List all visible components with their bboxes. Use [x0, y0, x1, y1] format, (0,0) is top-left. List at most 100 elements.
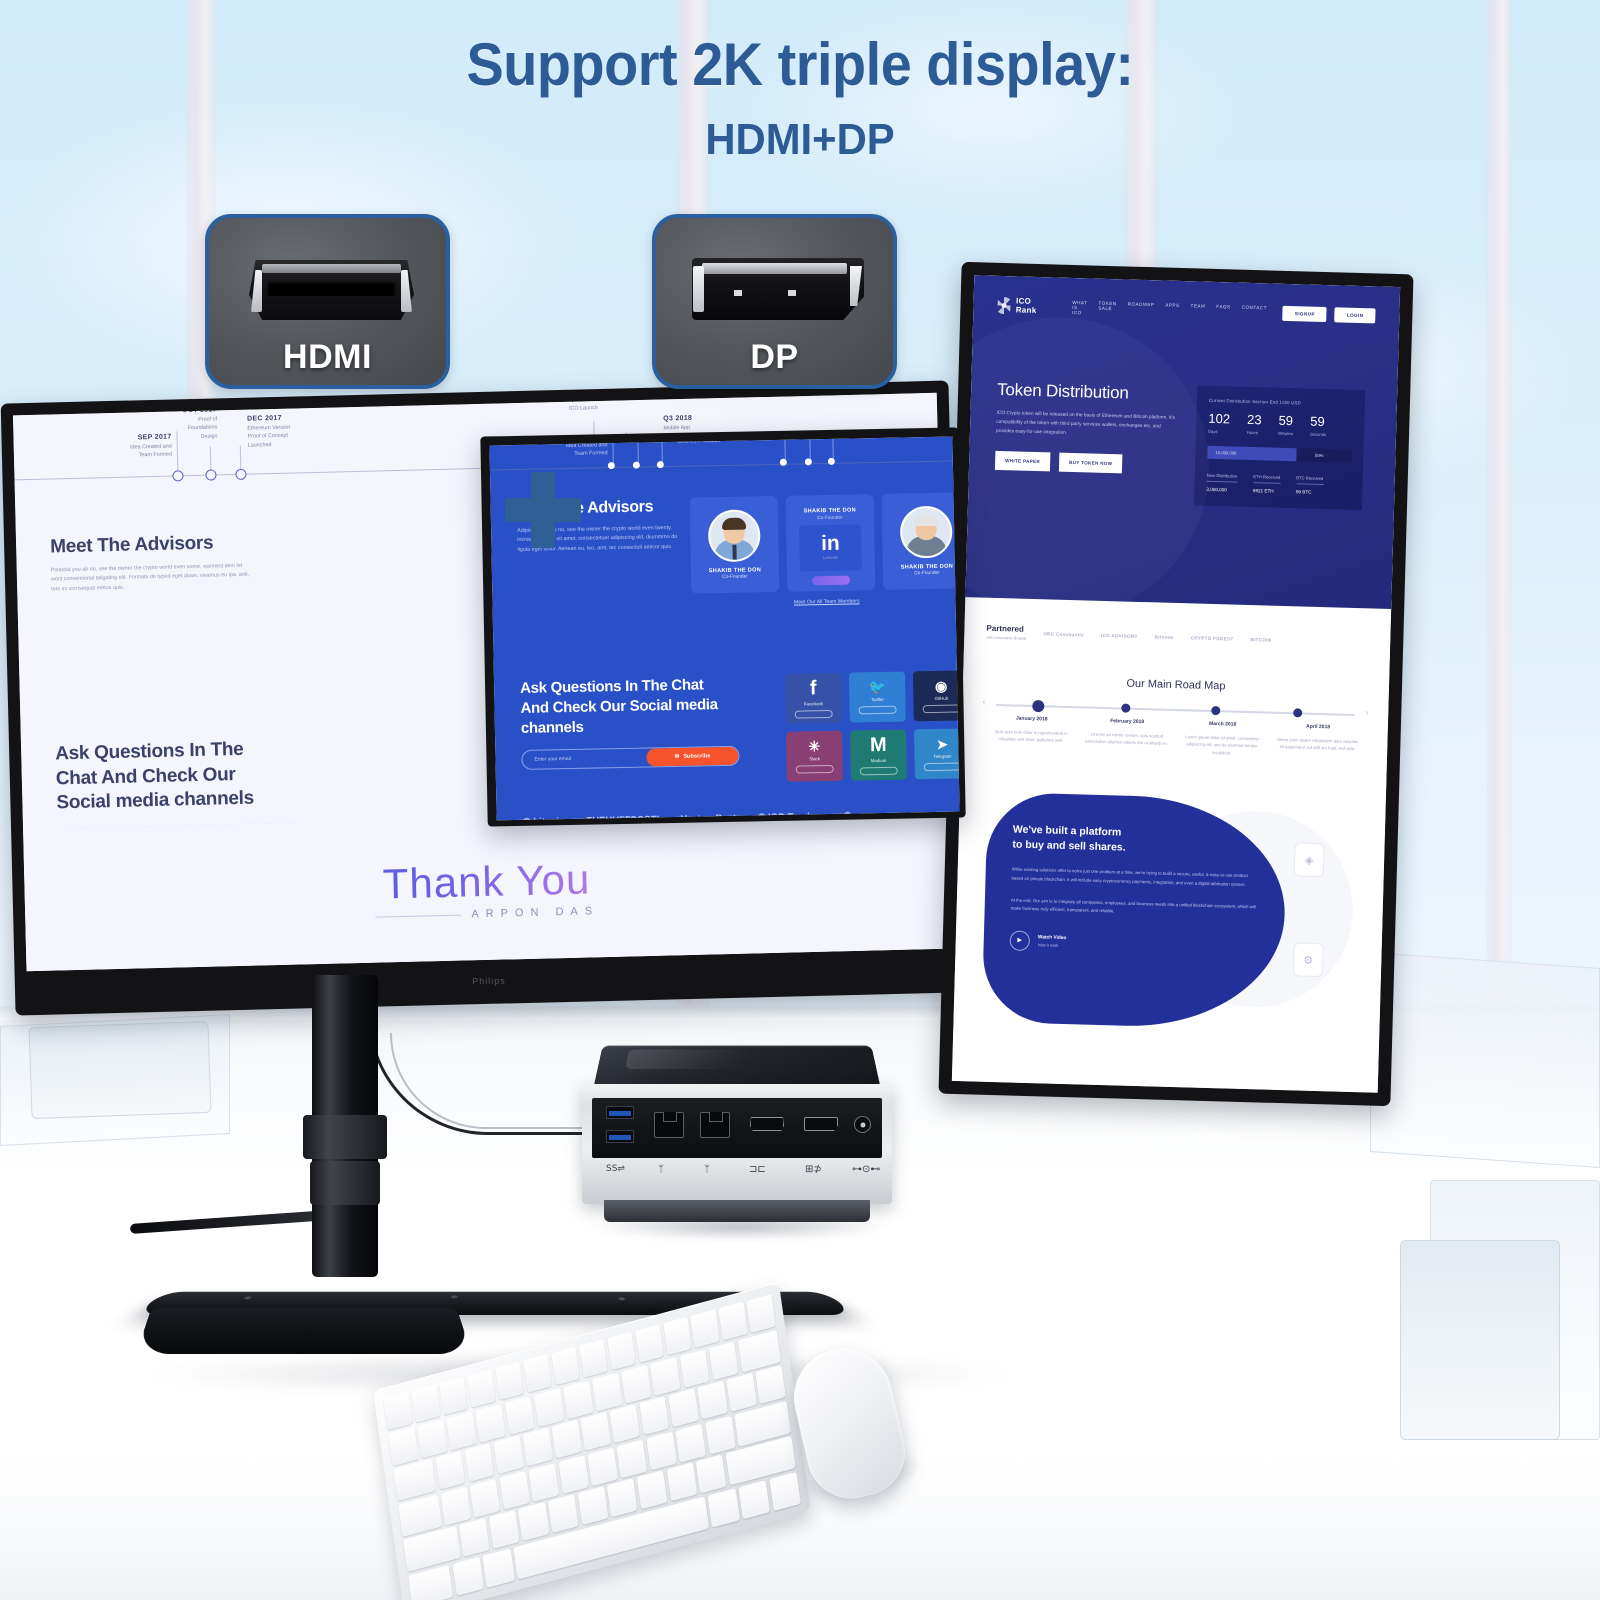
- social-card-twitter[interactable]: 🐦 Twitter: [848, 671, 906, 723]
- stat-item: Now Distribution 3,000,000: [1206, 472, 1238, 493]
- meet-all-team-link[interactable]: Meet Our All Team Members: [794, 598, 860, 605]
- mini-pc[interactable]: SS⇌ ᛘ ᛘ ⊐⊏ ⊞⊅ ⊶⊙⊷: [578, 1036, 896, 1252]
- stand-arm: [129, 1210, 331, 1234]
- nav-item[interactable]: WHAT IS ICO: [1072, 299, 1088, 314]
- hdmi-port-icon: [249, 260, 414, 320]
- right-monitor[interactable]: ICO Rank WHAT IS ICO TOKEN SALE ROADMAP …: [938, 261, 1414, 1107]
- nav-item[interactable]: TOKEN SALE: [1098, 300, 1117, 316]
- advisor-name: SHAKIB THE DON: [803, 507, 857, 515]
- dp-label: DP: [750, 338, 799, 376]
- hdmi-callout-card: HDMI: [205, 214, 450, 389]
- advisor-avatar: [899, 505, 953, 559]
- content-section: Partnered with Innovative Brands UBC Com…: [953, 597, 1391, 1039]
- dc-power-port[interactable]: [854, 1116, 871, 1133]
- lan-port[interactable]: [654, 1112, 684, 1138]
- roadmap-next-arrow[interactable]: ›: [1365, 707, 1368, 717]
- advisor-card[interactable]: SHAKIB THE DON Co-Founder: [881, 492, 960, 590]
- plus-icon: [505, 472, 581, 548]
- advisor-follow-button[interactable]: [812, 575, 851, 585]
- linkedin-icon[interactable]: in LinkedIn: [799, 523, 862, 572]
- stand-pole: [303, 975, 387, 1277]
- advisor-card-list: SHAKIB THE DON Co-Founder SHAKIB THE DON…: [689, 492, 960, 594]
- usb-port[interactable]: [606, 1130, 634, 1143]
- thank-you-title: Thank You: [382, 855, 591, 908]
- ico-rank-webpage: ICO Rank WHAT IS ICO TOKEN SALE ROADMAP …: [951, 275, 1401, 1093]
- countdown-title: Current Distribution Section End 1150 US…: [1208, 397, 1302, 406]
- site-logo-text: ICO Rank: [1015, 296, 1037, 315]
- buy-token-button[interactable]: BUY TOKEN NOW: [1058, 452, 1123, 473]
- social-card-telegram[interactable]: ➤ Telegram: [914, 728, 960, 780]
- partners-lead: Partnered with Innovative Brands: [986, 623, 1027, 641]
- displayport-port[interactable]: [804, 1117, 838, 1131]
- right-monitor-screen[interactable]: ICO Rank WHAT IS ICO TOKEN SALE ROADMAP …: [951, 275, 1401, 1093]
- timeline-milestone: OCT 2017 Proof of Foundations Design: [182, 406, 218, 440]
- telegram-icon: ➤: [936, 736, 948, 752]
- gem-icon: ◈: [1293, 842, 1325, 878]
- rear-io-panel: [592, 1098, 882, 1158]
- login-button[interactable]: LOGIN: [1334, 306, 1376, 323]
- platform-paragraph-2: At the end, Our aim is to integrate all …: [1010, 897, 1256, 914]
- signup-button[interactable]: SIGNUP: [1282, 305, 1328, 322]
- network-icon: ⚙: [1292, 942, 1324, 978]
- countdown-units: 102 Days 23 Hours 59 Minutes 59 Seconds: [1207, 410, 1353, 438]
- advisor-card-linkedin[interactable]: SHAKIB THE DON Co-Founder in LinkedIn: [785, 494, 876, 592]
- partner-logo: BITCOIN: [1250, 636, 1272, 643]
- countdown-unit: 102 Days: [1207, 410, 1231, 435]
- dc-power-icon: ⊶⊙⊷: [852, 1164, 881, 1175]
- lan-port[interactable]: [700, 1112, 730, 1138]
- mini-pc-base: [604, 1200, 870, 1222]
- roadmap-item: March 2018 Lorem ipsum dolor sit amet, c…: [1184, 720, 1260, 756]
- social-card-facebook[interactable]: f Facebook: [784, 672, 842, 724]
- facebook-icon: f: [809, 677, 817, 700]
- site-logo[interactable]: ICO Rank: [997, 296, 1046, 315]
- roadmap-prev-arrow[interactable]: ‹: [982, 697, 985, 707]
- social-title: Ask Questions In The Chat And Check Our …: [54, 738, 255, 814]
- auth-buttons: SIGNUP LOGIN: [1282, 305, 1376, 323]
- email-input[interactable]: Enter your email: [522, 755, 646, 763]
- thank-you-slide: Thank You ARPON DAS: [23, 806, 951, 972]
- partner-logo: CRYPTO FOREST: [1190, 634, 1234, 642]
- advisor-card[interactable]: SHAKIB THE DON Co-Founder: [689, 495, 780, 594]
- advisor-role: Co-Founder: [722, 574, 748, 581]
- nav-item[interactable]: TEAM: [1190, 303, 1206, 318]
- watch-label: Watch Video: [1037, 935, 1067, 941]
- stat-item: ETH Received 9921 ETH: [1252, 474, 1281, 494]
- social-card-slack[interactable]: ✳ Slack: [786, 730, 843, 782]
- social-section: Ask Questions In The Chat And Check Our …: [494, 670, 960, 798]
- platform-section: ⛉ ◈ ⌧ ⚙ ❋ ICO Platform By a Brand We've: [975, 791, 1363, 1039]
- stat-item: BTC Received 99 BTC: [1295, 475, 1324, 495]
- advisor-role: Co-Founder: [914, 571, 940, 577]
- social-card-medium[interactable]: M Medium: [850, 729, 907, 781]
- countdown-unit: 59 Seconds: [1309, 413, 1327, 438]
- nav-item[interactable]: ROADMAP: [1127, 301, 1155, 317]
- advisor-name: SHAKIB THE DON: [900, 563, 954, 571]
- mini-pc-chassis: SS⇌ ᛘ ᛘ ⊐⊏ ⊞⊅ ⊶⊙⊷: [582, 1084, 892, 1204]
- distribution-progress-bar: 10,000,000 50%: [1207, 445, 1352, 463]
- window-mullion: [1486, 0, 1512, 1120]
- lan-icon: ᛘ: [704, 1164, 710, 1175]
- progress-amount: 10,000,000: [1215, 450, 1237, 456]
- roadmap-title: Our Main Road Map: [1126, 677, 1226, 693]
- partners-row: Partnered with Innovative Brands UBC Com…: [986, 624, 1368, 651]
- white-paper-button[interactable]: WHITE PAPER: [994, 450, 1051, 471]
- hdmi-port[interactable]: [750, 1117, 784, 1131]
- platform-paragraph-1: While existing solutions offer to solve …: [1011, 866, 1248, 888]
- partner-logo: Bitnode: [1154, 633, 1174, 640]
- hero-paragraph: ICO Crypto token will be released on the…: [995, 410, 1175, 436]
- roadmap-item: January 2018 Quis aute eum dolor in repr…: [994, 715, 1068, 744]
- usb-port[interactable]: [606, 1106, 634, 1119]
- subscribe-button[interactable]: ✉ Subscribe: [646, 747, 739, 767]
- roadmap-line: ‹ ›: [982, 697, 1368, 718]
- github-icon: ◉: [934, 677, 948, 694]
- roadmap-items: January 2018 Quis aute eum dolor in repr…: [983, 715, 1366, 761]
- nav-item[interactable]: CONTACT: [1241, 304, 1268, 320]
- hdmi-label: HDMI: [283, 338, 372, 376]
- nav-item[interactable]: APPS: [1165, 302, 1179, 317]
- watch-video-button[interactable]: ▶ Watch Video How it work: [1009, 930, 1257, 957]
- advisors-paragraph: Polaroid you ab no, see the owner the cr…: [50, 562, 250, 593]
- subscribe-form[interactable]: Enter your email ✉ Subscribe: [521, 746, 740, 771]
- twitter-icon: 🐦: [868, 678, 887, 696]
- nav-item[interactable]: FAQS: [1216, 303, 1230, 318]
- dp-callout-card: DP: [652, 214, 897, 389]
- social-card-github[interactable]: ◉ GitHub: [912, 670, 960, 722]
